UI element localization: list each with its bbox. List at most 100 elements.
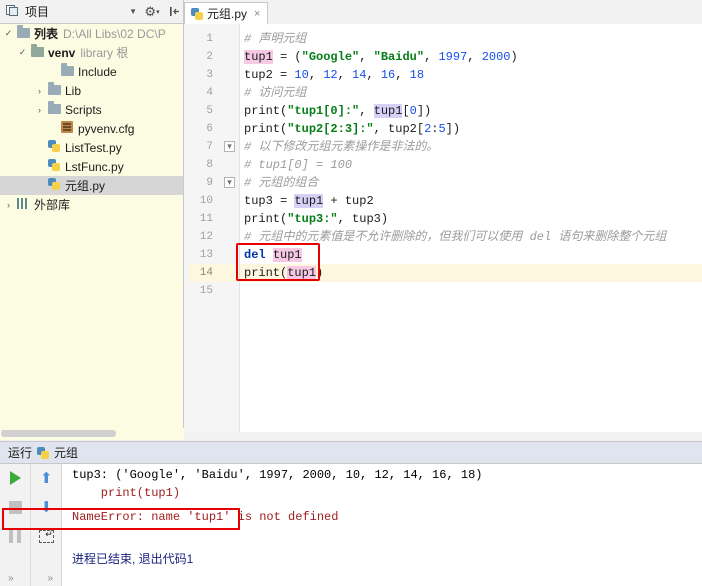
python-file-icon [191,7,203,20]
console-line-result: tup3: ('Google', 'Baidu', 1997, 2000, 10… [72,468,483,482]
tab-yuanzu-py[interactable]: 元组.py × [184,1,269,25]
run-panel-header: 运行 元组 [0,442,702,464]
fold-toggle-icon[interactable]: ▾ [224,141,235,152]
python-file-icon [37,446,50,459]
project-panel-toolbar: 项目 ▼ ⚙ ▾ [0,0,184,24]
code-line-8: # tup1[0] = 100 [244,158,353,172]
code-editor[interactable]: 1 2 3 4 5 6 7 8 9 10 11 12 13 14 15 ▾ ▾ … [184,24,702,440]
tree-item-lib[interactable]: › Lib [0,81,183,100]
chevron-expanded-icon[interactable]: ✓ [16,47,29,58]
spacer: › [33,181,46,191]
code-line-6: print("tup2[2:3]:", tup2[2:5]) [244,122,461,136]
line-number: 1 [206,33,213,45]
scroll-down-icon[interactable]: ⬇ [36,497,56,517]
run-icon[interactable] [5,468,25,488]
code-line-1: # 声明元组 [244,32,307,46]
top-bar: 项目 ▼ ⚙ ▾ 元组.py × [0,0,702,25]
tree-item-liebiao[interactable]: ✓ 列表 D:\All Libs\02 DC\P [0,24,183,43]
run-panel-title: 运行 [8,446,33,460]
fold-toggle-icon[interactable]: ▾ [224,177,235,188]
project-panel-title: 项目 [25,5,50,19]
project-horizontal-scrollbar[interactable] [0,428,184,440]
line-number: 3 [206,69,213,81]
line-number: 9 [206,177,213,189]
more-options-icon[interactable]: » [8,573,14,584]
line-number: 6 [206,123,213,135]
run-panel-toolbar: » ⬆ ⬇ » [0,464,62,586]
tree-item-include[interactable]: › Include [0,62,183,81]
code-line-4: # 访问元组 [244,86,307,100]
scrollbar-thumb[interactable] [1,430,116,437]
run-toolbar-column-right: ⬆ ⬇ » [30,464,61,586]
tree-item-label: ListTest.py [65,140,122,155]
gear-icon[interactable]: ⚙ ▾ [143,3,161,21]
run-toolbar-column-left: » [0,464,30,586]
code-line-5: print("tup1[0]:", tup1[0]) [244,104,432,118]
chevron-right-icon[interactable]: › [2,200,15,210]
code-line-12: # 元组中的元素值是不允许删除的，但我们可以使用 del 语句来删除整个元组 [244,230,667,244]
spacer: › [33,162,46,172]
code-line-7: # 以下修改元组元素操作是非法的。 [244,140,439,154]
code-line-9: # 元组的组合 [244,176,319,190]
code-line-10: tup3 = tup1 + tup2 [244,194,374,208]
line-number: 2 [206,51,213,63]
folder-icon [59,62,75,79]
folder-icon [15,24,31,41]
line-number: 13 [199,249,213,261]
chevron-right-icon[interactable]: › [33,105,46,115]
scroll-up-icon[interactable]: ⬆ [36,468,56,488]
tree-item-yuanzu-py[interactable]: › 元组.py [0,176,183,195]
tree-item-lstfunc-py[interactable]: › LstFunc.py [0,157,183,176]
tree-item-external-libraries[interactable]: › 外部库 [0,195,183,214]
line-number: 11 [199,213,213,225]
code-content[interactable]: # 声明元组 tup1 = ("Google", "Baidu", 1997, … [240,24,702,440]
project-tree[interactable]: ✓ 列表 D:\All Libs\02 DC\P ✓ venv library … [0,24,184,440]
collapse-icon[interactable] [165,3,183,21]
editor-tab-strip: 元组.py × [184,0,702,25]
pause-icon[interactable] [5,526,25,546]
tree-item-venv[interactable]: ✓ venv library 根 [0,43,183,62]
ide-window: 项目 ▼ ⚙ ▾ 元组.py × ✓ 列表 D:\All Libs\02 DC\… [0,0,702,586]
stop-icon[interactable] [5,497,25,517]
console-line-traceback: print(tup1) [72,486,181,500]
run-configuration-name: 元组 [54,446,79,460]
tree-item-scripts[interactable]: › Scripts [0,100,183,119]
line-number: 15 [199,285,213,297]
line-number: 5 [206,105,213,117]
tree-item-listtest-py[interactable]: › ListTest.py [0,138,183,157]
chevron-down-icon[interactable]: ▼ [129,7,137,16]
soft-wrap-icon[interactable] [36,526,56,546]
editor-horizontal-scrollbar[interactable] [184,432,702,440]
line-number: 12 [199,231,213,243]
folder-icon [46,100,62,117]
tree-item-label: 列表 [34,27,59,41]
library-icon [15,197,31,212]
line-number: 7 [206,141,213,153]
line-number: 10 [199,195,213,207]
tree-item-label: Scripts [65,102,102,117]
folder-icon [46,81,62,98]
line-number: 8 [206,159,213,171]
project-icon [6,4,19,19]
tree-item-label: Include [78,64,117,79]
close-icon[interactable]: × [254,8,260,20]
tree-item-label: venv [48,45,76,60]
more-options-icon[interactable]: » [47,573,53,584]
spacer: › [46,124,59,134]
tree-item-tag: library 根 [80,46,129,60]
tree-item-path: D:\All Libs\02 DC\P [63,26,166,41]
console-line-exit: 进程已结束, 退出代码1 [72,552,194,566]
run-console-output[interactable]: tup3: ('Google', 'Baidu', 1997, 2000, 10… [62,464,702,586]
code-line-3: tup2 = 10, 12, 14, 16, 18 [244,68,425,82]
run-tool-window: 运行 元组 » ⬆ ⬇ » tup3: ('Google', 'Baidu', … [0,441,702,586]
tree-item-label: pyvenv.cfg [78,121,135,136]
python-file-icon [46,178,62,193]
chevron-right-icon[interactable]: › [33,86,46,96]
spacer: › [46,67,59,77]
tree-item-pyvenv-cfg[interactable]: › pyvenv.cfg [0,119,183,138]
tab-label: 元组.py [207,7,248,21]
folder-green-icon [29,43,45,60]
line-number: 4 [206,87,213,99]
editor-gutter[interactable]: 1 2 3 4 5 6 7 8 9 10 11 12 13 14 15 ▾ ▾ [184,24,240,440]
chevron-expanded-icon[interactable]: ✓ [2,28,15,39]
